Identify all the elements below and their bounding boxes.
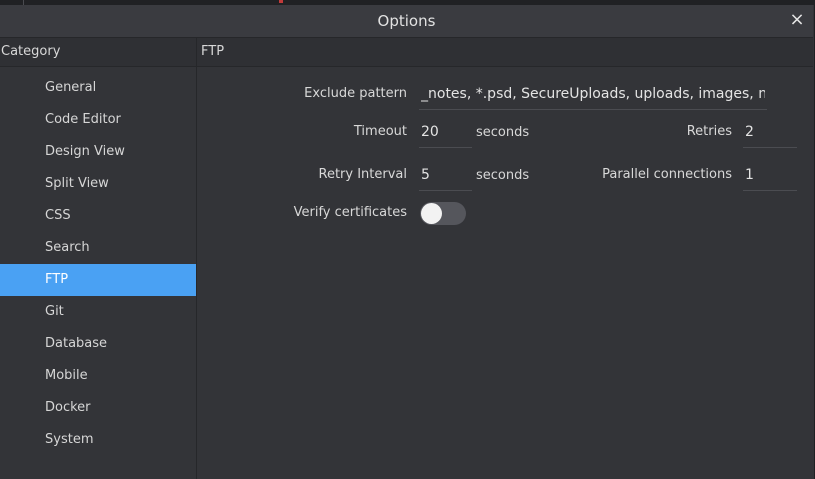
- exclude-pattern-field[interactable]: [419, 80, 767, 110]
- modified-indicator-icon: [279, 0, 283, 3]
- exclude-pattern-label: Exclude pattern: [304, 86, 407, 101]
- toggle-knob: [421, 203, 442, 224]
- parallel-connections-field[interactable]: [743, 161, 797, 191]
- ftp-settings-panel: Exclude pattern Timeout seconds Retries …: [197, 67, 813, 479]
- retries-field[interactable]: [743, 118, 797, 148]
- header-divider: [196, 38, 197, 66]
- sidebar-item-label: Split View: [45, 176, 109, 191]
- section-header: FTP: [201, 44, 225, 59]
- exclude-pattern-input[interactable]: [419, 80, 767, 108]
- sidebar-item-search[interactable]: Search: [0, 232, 196, 264]
- sidebar-item-label: General: [45, 80, 97, 95]
- sidebar-item-label: System: [45, 432, 94, 447]
- timeout-input[interactable]: [419, 118, 472, 146]
- sidebar-item-label: FTP: [45, 272, 69, 287]
- retry-interval-field[interactable]: [419, 161, 472, 191]
- sidebar-item-label: Code Editor: [45, 112, 121, 127]
- timeout-field[interactable]: [419, 118, 472, 148]
- sidebar-item-label: Docker: [45, 400, 91, 415]
- options-dialog: Options × Category FTP General Code Edit…: [0, 5, 815, 479]
- sidebar-item-label: Database: [45, 336, 108, 351]
- timeout-unit: seconds: [476, 125, 530, 140]
- sidebar-item-system[interactable]: System: [0, 424, 196, 456]
- sidebar-item-css[interactable]: CSS: [0, 200, 196, 232]
- sidebar-item-label: Git: [45, 304, 64, 319]
- title-bar[interactable]: Options ×: [0, 5, 813, 38]
- header-row: Category FTP: [0, 38, 813, 67]
- sidebar-item-label: CSS: [45, 208, 71, 223]
- sidebar-item-label: Design View: [45, 144, 125, 159]
- sidebar-item-docker[interactable]: Docker: [0, 392, 196, 424]
- parallel-connections-label: Parallel connections: [602, 167, 732, 182]
- category-sidebar: General Code Editor Design View Split Vi…: [0, 67, 197, 479]
- sidebar-item-label: Search: [45, 240, 90, 255]
- close-icon[interactable]: ×: [787, 10, 807, 30]
- sidebar-item-git[interactable]: Git: [0, 296, 196, 328]
- dialog-title: Options: [377, 12, 436, 30]
- retries-input[interactable]: [743, 118, 797, 146]
- sidebar-item-database[interactable]: Database: [0, 328, 196, 360]
- parallel-connections-input[interactable]: [743, 161, 797, 189]
- sidebar-item-mobile[interactable]: Mobile: [0, 360, 196, 392]
- sidebar-item-general[interactable]: General: [0, 72, 196, 104]
- retry-interval-label: Retry Interval: [318, 167, 408, 182]
- category-header: Category: [1, 44, 61, 59]
- sidebar-item-ftp[interactable]: FTP: [0, 264, 196, 296]
- timeout-label: Timeout: [353, 124, 407, 139]
- sidebar-item-code-editor[interactable]: Code Editor: [0, 104, 196, 136]
- retries-label: Retries: [686, 124, 732, 139]
- retry-interval-unit: seconds: [476, 168, 530, 183]
- sidebar-item-split-view[interactable]: Split View: [0, 168, 196, 200]
- sidebar-item-label: Mobile: [45, 368, 88, 383]
- verify-certificates-label: Verify certificates: [293, 205, 407, 220]
- verify-certificates-toggle[interactable]: [420, 202, 466, 225]
- retry-interval-input[interactable]: [419, 161, 472, 189]
- sidebar-item-design-view[interactable]: Design View: [0, 136, 196, 168]
